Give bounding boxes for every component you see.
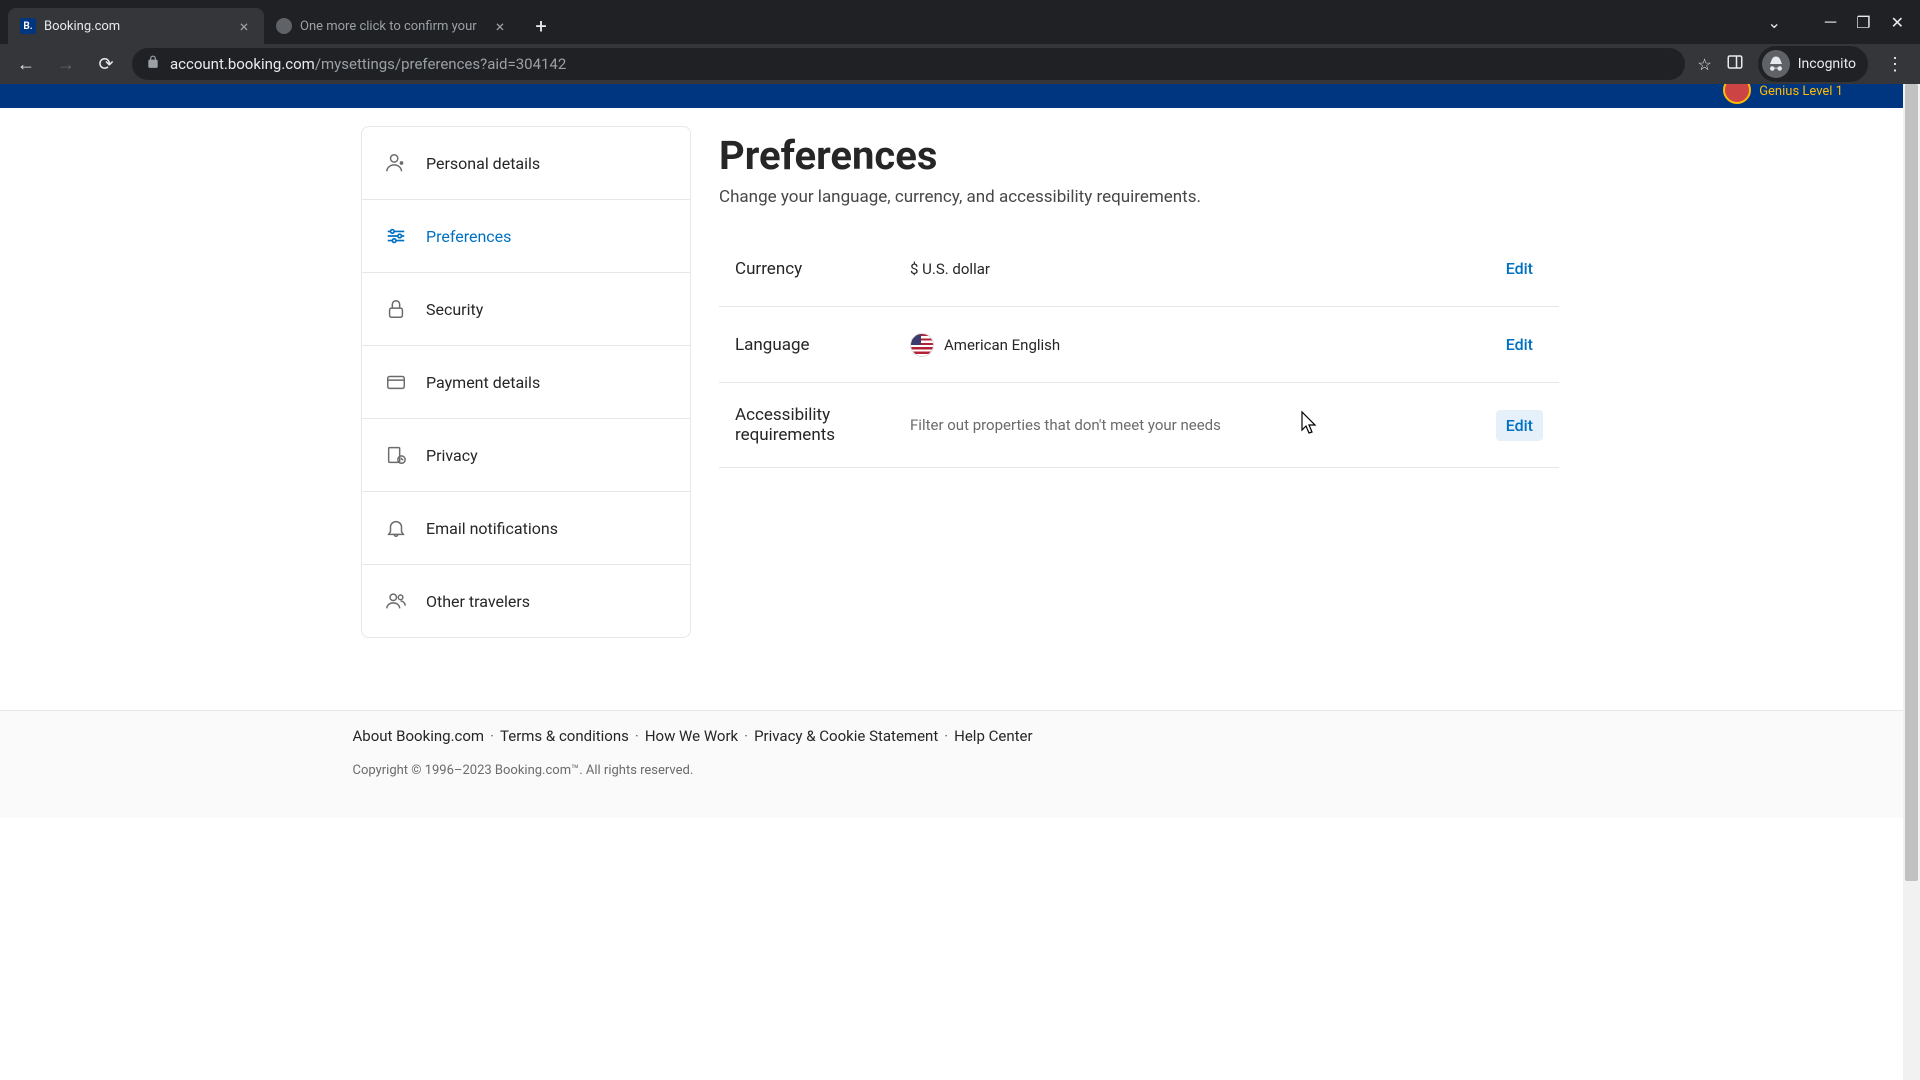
footer-link-privacy[interactable]: Privacy & Cookie Statement	[754, 727, 938, 745]
scrollbar-thumb[interactable]	[1905, 84, 1918, 881]
sidebar-item-label: Privacy	[426, 446, 478, 465]
sidebar-item-email-notifications[interactable]: Email notifications	[362, 492, 690, 565]
browser-tab-inactive[interactable]: One more click to confirm your ×	[264, 8, 520, 44]
sidebar-item-personal-details[interactable]: Personal details	[362, 127, 690, 200]
setting-label: Currency	[735, 259, 910, 279]
url-text: account.booking.com/mysettings/preferenc…	[170, 55, 566, 73]
tab-close-icon[interactable]: ×	[492, 18, 508, 34]
browser-tab-active[interactable]: B. Booking.com ×	[8, 8, 264, 44]
setting-label: Language	[735, 335, 910, 355]
lock-icon	[146, 55, 160, 73]
minimize-icon[interactable]: ─	[1825, 12, 1836, 32]
page-subtitle: Change your language, currency, and acce…	[719, 187, 1559, 207]
tab-close-icon[interactable]: ×	[236, 18, 252, 34]
incognito-indicator[interactable]: Incognito	[1758, 46, 1868, 82]
people-icon	[384, 589, 408, 613]
footer-link-help[interactable]: Help Center	[954, 727, 1032, 745]
sidebar-item-label: Payment details	[426, 373, 540, 392]
us-flag-icon	[910, 333, 934, 357]
sidebar-item-payment-details[interactable]: Payment details	[362, 346, 690, 419]
bookmark-star-icon[interactable]: ☆	[1697, 55, 1711, 74]
settings-sidebar: Personal details Preferences Security	[361, 126, 691, 638]
footer-link-terms[interactable]: Terms & conditions	[500, 727, 629, 745]
browser-tab-bar: B. Booking.com × One more click to confi…	[0, 0, 1920, 44]
favicon-booking: B.	[20, 18, 36, 34]
sidebar-item-preferences[interactable]: Preferences	[362, 200, 690, 273]
sidebar-item-label: Preferences	[426, 227, 511, 246]
lock-icon	[384, 297, 408, 321]
page-title: Preferences	[719, 132, 1559, 179]
browser-menu-icon[interactable]: ⋮	[1882, 54, 1908, 75]
card-icon	[384, 370, 408, 394]
tab-title: Booking.com	[44, 19, 228, 34]
footer-copyright: Copyright © 1996–2023 Booking.com™. All …	[353, 763, 1551, 778]
person-icon	[384, 151, 408, 175]
sidebar-item-security[interactable]: Security	[362, 273, 690, 346]
address-bar[interactable]: account.booking.com/mysettings/preferenc…	[132, 48, 1685, 80]
user-menu[interactable]: Genius Level 1	[1723, 84, 1843, 104]
bell-icon	[384, 516, 408, 540]
side-panel-icon[interactable]	[1726, 53, 1744, 75]
tab-title: One more click to confirm your	[300, 19, 484, 34]
sidebar-item-label: Email notifications	[426, 519, 558, 538]
setting-row-accessibility: Accessibility requirements Filter out pr…	[719, 383, 1559, 468]
sidebar-item-label: Security	[426, 300, 483, 319]
incognito-icon	[1762, 50, 1790, 78]
reload-button[interactable]: ⟳	[92, 50, 120, 78]
page-footer: About Booking.com·Terms & conditions·How…	[0, 710, 1903, 818]
setting-value: Filter out properties that don't meet yo…	[910, 416, 1496, 434]
setting-label: Accessibility requirements	[735, 405, 910, 445]
sidebar-item-other-travelers[interactable]: Other travelers	[362, 565, 690, 637]
window-controls: ⌄ ─ ❐ ✕	[1768, 12, 1913, 44]
back-button[interactable]: ←	[12, 50, 40, 78]
page-viewport: Genius Level 1 Personal details Preferen…	[0, 84, 1920, 1080]
scrollbar[interactable]	[1903, 84, 1920, 1080]
incognito-label: Incognito	[1798, 56, 1856, 72]
edit-button[interactable]: Edit	[1496, 410, 1543, 441]
maximize-icon[interactable]: ❐	[1856, 13, 1870, 32]
browser-toolbar: ← → ⟳ account.booking.com/mysettings/pre…	[0, 44, 1920, 84]
favicon-generic	[276, 18, 292, 34]
footer-link-about[interactable]: About Booking.com	[353, 727, 485, 745]
new-tab-button[interactable]: +	[526, 11, 556, 41]
setting-row-currency: Currency $ U.S. dollar Edit	[719, 231, 1559, 307]
site-header: Genius Level 1	[0, 84, 1903, 108]
close-window-icon[interactable]: ✕	[1891, 13, 1904, 32]
setting-value: American English	[910, 333, 1496, 357]
setting-row-language: Language American English Edit	[719, 307, 1559, 383]
privacy-icon	[384, 443, 408, 467]
tab-search-icon[interactable]: ⌄	[1768, 13, 1805, 32]
main-content: Preferences Change your language, curren…	[719, 126, 1559, 638]
footer-links: About Booking.com·Terms & conditions·How…	[353, 727, 1551, 745]
footer-link-how-we-work[interactable]: How We Work	[645, 727, 738, 745]
setting-value: $ U.S. dollar	[910, 260, 1496, 278]
sidebar-item-label: Personal details	[426, 154, 540, 173]
edit-button[interactable]: Edit	[1496, 253, 1543, 284]
sidebar-item-label: Other travelers	[426, 592, 530, 611]
forward-button[interactable]: →	[52, 50, 80, 78]
avatar-icon	[1723, 84, 1751, 104]
sliders-icon	[384, 224, 408, 248]
genius-level-label: Genius Level 1	[1759, 84, 1843, 99]
edit-button[interactable]: Edit	[1496, 329, 1543, 360]
sidebar-item-privacy[interactable]: Privacy	[362, 419, 690, 492]
